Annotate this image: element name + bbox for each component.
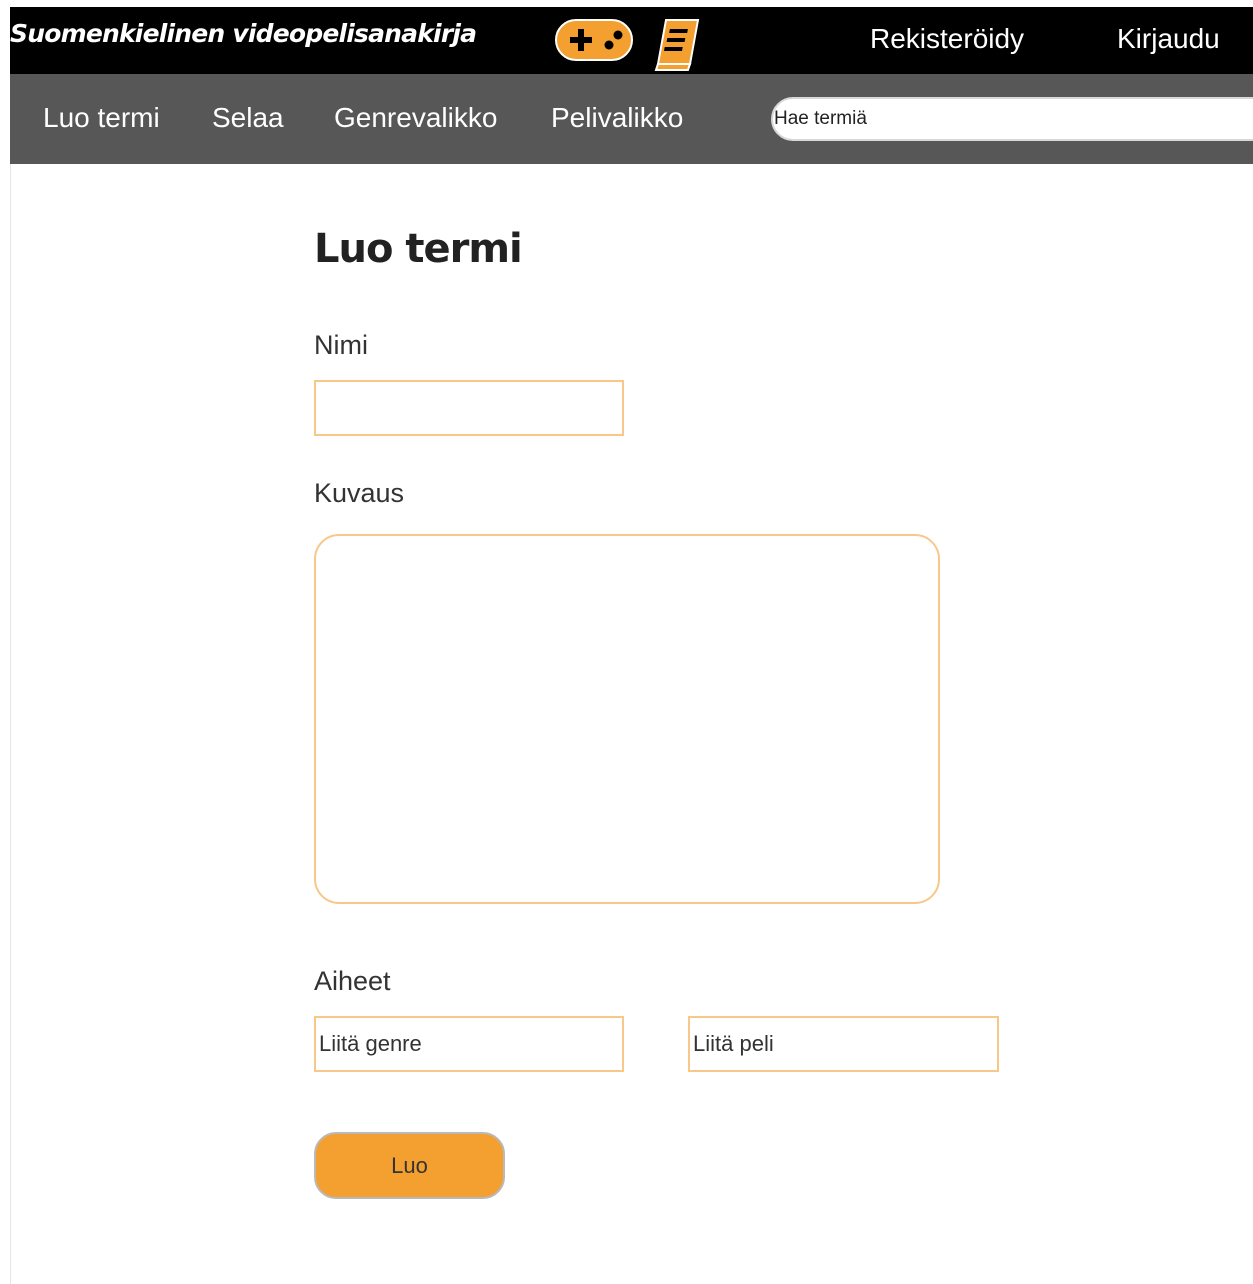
game-field[interactable] — [688, 1016, 999, 1072]
create-button[interactable]: Luo — [314, 1132, 505, 1199]
nav-item-game-menu[interactable]: Pelivalikko — [551, 102, 683, 134]
gamepad-icon — [555, 19, 633, 61]
page-title: Luo termi — [314, 226, 523, 272]
nav-item-browse[interactable]: Selaa — [212, 102, 284, 134]
topics-label: Aiheet — [314, 966, 391, 996]
name-field[interactable] — [314, 380, 624, 436]
nav-item-genre-menu[interactable]: Genrevalikko — [334, 102, 497, 134]
nav-item-create-term[interactable]: Luo termi — [43, 102, 160, 134]
login-link[interactable]: Kirjaudu — [1117, 23, 1220, 55]
register-link[interactable]: Rekisteröidy — [870, 23, 1024, 55]
description-label: Kuvaus — [314, 478, 405, 508]
search-input[interactable] — [771, 97, 1253, 141]
name-label: Nimi — [314, 330, 368, 360]
page-left-border — [10, 164, 11, 1284]
genre-field[interactable] — [314, 1016, 624, 1072]
site-title[interactable]: Suomenkielinen videopelisanakirja — [10, 19, 477, 48]
book-icon — [654, 19, 700, 71]
description-field[interactable] — [314, 534, 940, 904]
main-nav: Luo termi Selaa Genrevalikko Pelivalikko — [10, 74, 1253, 164]
top-header: Suomenkielinen videopelisanakirja Rekist… — [10, 7, 1253, 74]
